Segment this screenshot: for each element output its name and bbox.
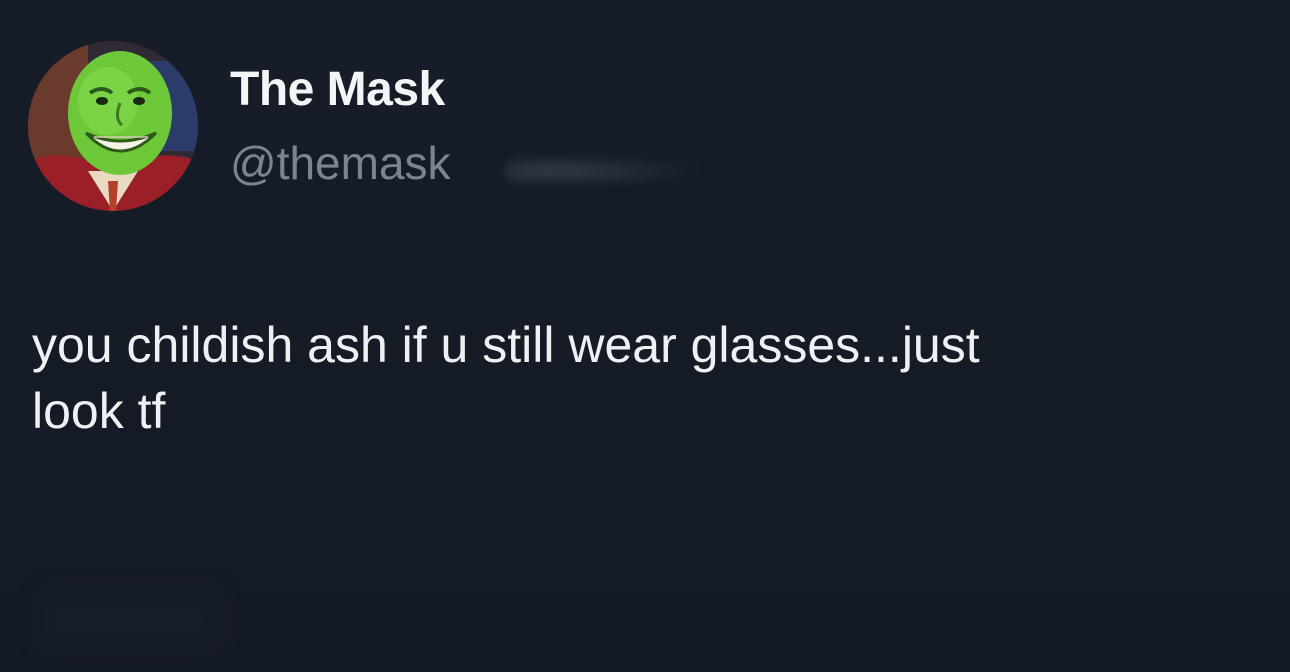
tweet-card: The Mask @themask you childish ash if u … (0, 0, 1290, 672)
author-handle[interactable]: @themask (230, 136, 451, 190)
blurred-footer (40, 590, 220, 650)
blurred-metadata (505, 155, 700, 187)
green-mask-face-icon (28, 41, 198, 211)
tweet-text: you childish ash if u still wear glasses… (32, 317, 980, 439)
avatar[interactable] (28, 41, 198, 211)
author-display-name[interactable]: The Mask (230, 62, 445, 118)
